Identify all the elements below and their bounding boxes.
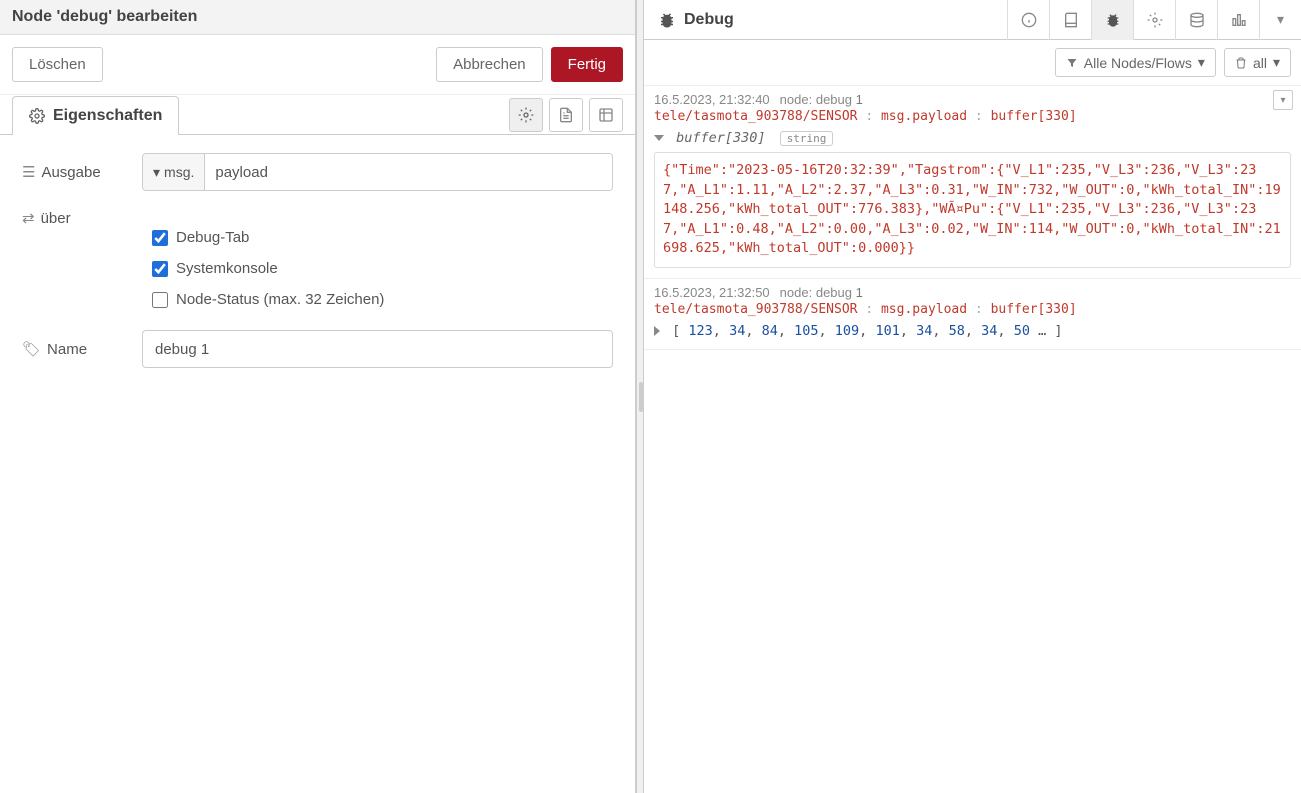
debug-messages: ▾ 16.5.2023, 21:32:40 node: debug 1 tele… — [644, 86, 1301, 793]
clear-button[interactable]: all ▾ — [1224, 48, 1291, 77]
output-type-selector[interactable]: ▾ msg. — [143, 154, 205, 190]
caret-down-icon: ▾ — [1198, 54, 1205, 71]
tab-properties[interactable]: Eigenschaften — [12, 96, 179, 135]
tab-properties-label: Eigenschaften — [53, 107, 162, 125]
sidebar-tab-context[interactable] — [1175, 0, 1217, 40]
expand-toggle[interactable] — [654, 323, 664, 339]
caret-down-icon: ▾ — [153, 164, 160, 181]
string-badge[interactable]: string — [780, 131, 834, 146]
gear-icon — [29, 108, 45, 124]
edit-tabs: Eigenschaften — [0, 95, 635, 135]
sidebar-tab-dashboard[interactable] — [1217, 0, 1259, 40]
done-button[interactable]: Fertig — [551, 47, 623, 82]
tab-description-icon-button[interactable] — [549, 98, 583, 132]
message-timestamp: 16.5.2023, 21:32:40 — [654, 92, 770, 107]
checkbox-debug-tab-label: Debug-Tab — [176, 229, 249, 246]
debug-header: Debug ▾ — [644, 0, 1301, 40]
output-typed-input[interactable]: ▾ msg. — [142, 153, 613, 191]
tag-icon: 🏷 — [22, 340, 41, 358]
edit-form: ☰ Ausgabe ▾ msg. ⇄ über — [0, 135, 635, 404]
message-content[interactable]: {"Time":"2023-05-16T20:32:39","Tagstrom"… — [654, 152, 1291, 268]
checkbox-node-status-label: Node-Status (max. 32 Zeichen) — [176, 291, 384, 308]
bug-icon — [658, 11, 676, 29]
message-topic: tele/tasmota_903788/SENSOR : msg.payload… — [654, 109, 1291, 124]
message-node-link[interactable]: node: debug 1 — [780, 92, 863, 107]
sidebar-tab-help[interactable] — [1049, 0, 1091, 40]
name-label: 🏷 Name — [22, 340, 132, 358]
checkbox-debug-tab[interactable] — [152, 230, 168, 246]
tab-settings-icon-button[interactable] — [509, 98, 543, 132]
delete-button[interactable]: Löschen — [12, 47, 103, 82]
caret-down-icon: ▾ — [1273, 54, 1280, 71]
sidebar-tab-config[interactable] — [1133, 0, 1175, 40]
edit-actions: Löschen Abbrechen Fertig — [0, 35, 635, 95]
debug-message: 16.5.2023, 21:32:50 node: debug 1 tele/t… — [644, 279, 1301, 350]
trash-icon — [1235, 57, 1247, 69]
list-icon: ☰ — [22, 163, 35, 181]
message-array-preview[interactable]: [ 123, 34, 84, 105, 109, 101, 34, 58, 34… — [654, 323, 1291, 339]
caret-down-icon — [654, 135, 664, 141]
message-menu-button[interactable]: ▾ — [1273, 90, 1293, 110]
output-label: ☰ Ausgabe — [22, 163, 132, 181]
debug-panel: Debug ▾ Alle Nodes/Flows ▾ — [644, 0, 1301, 793]
edit-title: Node 'debug' bearbeiten — [0, 0, 635, 35]
debug-toolbar: Alle Nodes/Flows ▾ all ▾ — [644, 40, 1301, 86]
sidebar-tab-debug[interactable] — [1091, 0, 1133, 40]
filter-button[interactable]: Alle Nodes/Flows ▾ — [1055, 48, 1216, 77]
panel-splitter[interactable] — [636, 0, 644, 793]
buffer-type-label: buffer[330] — [676, 130, 765, 146]
expand-toggle[interactable] — [654, 130, 668, 146]
caret-down-icon: ▾ — [1277, 11, 1284, 28]
sidebar-tab-more[interactable]: ▾ — [1259, 0, 1301, 40]
caret-down-icon: ▾ — [1280, 95, 1285, 106]
cancel-button[interactable]: Abbrechen — [436, 47, 543, 82]
debug-message: ▾ 16.5.2023, 21:32:40 node: debug 1 tele… — [644, 86, 1301, 279]
output-input[interactable] — [205, 154, 612, 190]
caret-right-icon — [654, 326, 660, 336]
edit-panel: Node 'debug' bearbeiten Löschen Abbreche… — [0, 0, 636, 793]
debug-title-label: Debug — [684, 11, 734, 29]
tab-appearance-icon-button[interactable] — [589, 98, 623, 132]
checkbox-node-status[interactable] — [152, 292, 168, 308]
checkbox-system-console-label: Systemkonsole — [176, 260, 278, 277]
checkbox-system-console[interactable] — [152, 261, 168, 277]
message-topic: tele/tasmota_903788/SENSOR : msg.payload… — [654, 302, 1291, 317]
shuffle-icon: ⇄ — [22, 209, 35, 227]
to-label: ⇄ über — [22, 209, 132, 227]
sidebar-tab-info[interactable] — [1007, 0, 1049, 40]
name-input[interactable] — [142, 330, 613, 368]
message-node-link[interactable]: node: debug 1 — [780, 285, 863, 300]
filter-icon — [1066, 57, 1078, 69]
message-timestamp: 16.5.2023, 21:32:50 — [654, 285, 770, 300]
